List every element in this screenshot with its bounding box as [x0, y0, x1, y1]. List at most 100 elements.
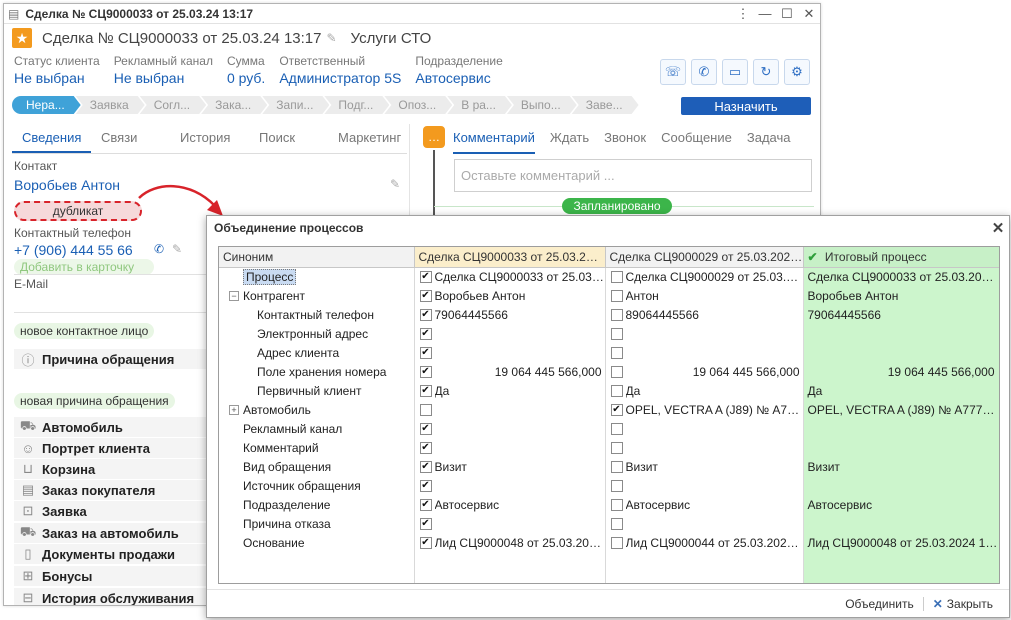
table-row[interactable]: Причина отказа ✔	[219, 514, 999, 534]
close-button[interactable]: ✕ Закрыть	[927, 597, 999, 611]
collapse-icon[interactable]: −	[229, 291, 239, 301]
column-header-final[interactable]: ✔ Итоговый процесс	[803, 247, 999, 268]
table-row[interactable]: Комментарий ✔	[219, 438, 999, 458]
table-row[interactable]: Источник обращения ✔	[219, 476, 999, 496]
field-client-status[interactable]: Статус клиента Не выбран	[14, 54, 100, 88]
synonym-cell[interactable]: Контактный телефон	[219, 305, 415, 325]
deal2-checkbox[interactable]	[610, 423, 623, 435]
refresh-icon[interactable]: ↻	[753, 59, 779, 85]
stage-item[interactable]: Опоз...	[384, 96, 452, 114]
field-ad-channel[interactable]: Рекламный канал Не выбран	[114, 54, 213, 88]
stage-item[interactable]: Заявка	[76, 96, 145, 114]
call-transfer-icon[interactable]: ☏	[660, 59, 686, 85]
synonym-cell[interactable]: Поле хранения номера	[219, 362, 415, 382]
deal1-checkbox[interactable]: ✔	[419, 442, 432, 454]
stage-item[interactable]: В ра...	[447, 96, 512, 114]
chat-icon[interactable]: …	[423, 126, 445, 148]
field-sum[interactable]: Сумма 0 руб.	[227, 54, 265, 88]
tab-history[interactable]: История	[170, 130, 249, 153]
stage-item[interactable]: Заве...	[572, 96, 639, 114]
phone-icon[interactable]: ✆	[691, 59, 717, 85]
synonym-cell[interactable]: Рекламный канал	[219, 419, 415, 439]
reason-section[interactable]: ⓘ Причина обращения	[14, 349, 209, 369]
new-reason-chip[interactable]: новая причина обращения	[14, 393, 175, 409]
deal2-checkbox[interactable]	[610, 347, 623, 359]
synonym-cell[interactable]: Подразделение	[219, 495, 415, 515]
field-responsible[interactable]: Ответственный Администратор 5S	[279, 54, 401, 88]
deal2-checkbox[interactable]	[610, 499, 623, 511]
field-value[interactable]: 0 руб.	[227, 69, 265, 88]
table-row[interactable]: Контактный телефон ✔ 79064445566 8906444556…	[219, 305, 999, 325]
table-row[interactable]: Рекламный канал ✔	[219, 419, 999, 439]
tab-marketing[interactable]: Маркетинг	[328, 130, 407, 153]
section-car-order[interactable]: ⛟ Заказ на автомобиль	[14, 523, 209, 543]
deal2-checkbox[interactable]	[610, 366, 623, 378]
synonym-cell[interactable]: Комментарий	[219, 438, 415, 458]
section-request[interactable]: ⊡ Заявка	[14, 501, 209, 521]
deal1-checkbox[interactable]: ✔	[419, 537, 432, 549]
deal2-checkbox[interactable]	[610, 328, 623, 340]
edit-icon[interactable]: ✎	[390, 177, 400, 191]
field-value[interactable]: Автосервис	[415, 69, 502, 88]
edit-icon[interactable]: ✎	[326, 31, 336, 45]
close-icon[interactable]: ✕	[987, 219, 1009, 237]
synonym-cell[interactable]: Причина отказа	[219, 514, 415, 534]
deal1-checkbox[interactable]: ✔	[419, 480, 432, 492]
deal2-checkbox[interactable]: ✔	[610, 404, 623, 416]
section-client-portrait[interactable]: ☺ Портрет клиента	[14, 438, 209, 458]
new-contact-chip[interactable]: новое контактное лицо	[14, 323, 155, 339]
tab-message[interactable]: Сообщение	[661, 130, 732, 154]
service-type[interactable]: Услуги СТО	[351, 30, 432, 47]
phone-value[interactable]: +7 (906) 444 55 66	[14, 242, 133, 258]
tab-wait[interactable]: Ждать	[550, 130, 589, 154]
section-service-history[interactable]: ⊟ История обслуживания	[14, 588, 209, 605]
gear-icon[interactable]: ⚙	[784, 59, 810, 85]
table-row[interactable]: Поле хранения номера ✔ 19 064 445 566,000 1…	[219, 362, 999, 382]
deal1-checkbox[interactable]: ✔	[419, 461, 432, 473]
table-row[interactable]: Адрес клиента ✔	[219, 343, 999, 363]
synonym-cell[interactable]: Основание	[219, 533, 415, 553]
merge-button[interactable]: Объединить	[839, 597, 920, 611]
planned-badge[interactable]: Запланировано	[562, 198, 672, 214]
maximize-icon[interactable]: ☐	[776, 5, 798, 23]
column-header-deal1[interactable]: Сделка СЦ9000033 от 25.03.2024 1...	[414, 247, 606, 268]
field-value[interactable]: Не выбран	[114, 69, 213, 88]
deal1-checkbox[interactable]: ✔	[419, 271, 432, 283]
tab-details[interactable]: Сведения	[12, 130, 91, 153]
section-cart[interactable]: ⊔ Корзина	[14, 459, 209, 479]
deal1-checkbox[interactable]: ✔	[419, 385, 432, 397]
deal1-checkbox[interactable]: ✔	[419, 328, 432, 340]
minimize-icon[interactable]: —	[754, 5, 776, 23]
stage-item[interactable]: Согл...	[140, 96, 206, 114]
message-icon[interactable]: ▭	[722, 59, 748, 85]
field-department[interactable]: Подразделение Автосервис	[415, 54, 502, 88]
edit-icon[interactable]: ✎	[172, 242, 182, 256]
table-row[interactable]: Электронный адрес ✔	[219, 324, 999, 344]
synonym-cell[interactable]: + Автомобиль	[219, 400, 415, 420]
synonym-cell[interactable]: Адрес клиента	[219, 343, 415, 363]
tab-call[interactable]: Звонок	[604, 130, 646, 154]
deal2-checkbox[interactable]	[610, 290, 623, 302]
stage-item[interactable]: Подг...	[324, 96, 389, 114]
deal1-checkbox[interactable]: ✔	[419, 347, 432, 359]
stage-item[interactable]: Запи...	[262, 96, 329, 114]
deal2-checkbox[interactable]	[610, 309, 623, 321]
table-row[interactable]: Первичный клиент ✔ Да Да Да	[219, 381, 999, 401]
deal1-checkbox[interactable]: ✔	[419, 518, 432, 530]
section-bonuses[interactable]: ⊞ Бонусы	[14, 566, 209, 586]
field-value[interactable]: Администратор 5S	[279, 69, 401, 88]
phone-icon[interactable]: ✆	[154, 242, 164, 256]
deal1-checkbox[interactable]: ✔	[419, 423, 432, 435]
deal2-checkbox[interactable]	[610, 537, 623, 549]
section-customer-order[interactable]: ▤ Заказ покупателя	[14, 480, 209, 500]
table-row[interactable]: Процесс ✔Сделка СЦ9000033 от 25.03.202...…	[219, 267, 999, 287]
column-header-deal2[interactable]: Сделка СЦ9000029 от 25.03.2024 11...	[605, 247, 804, 268]
deal2-checkbox[interactable]	[610, 385, 623, 397]
deal2-checkbox[interactable]	[610, 442, 623, 454]
column-header-synonym[interactable]: Синоним	[219, 247, 415, 268]
synonym-cell[interactable]: Электронный адрес	[219, 324, 415, 344]
deal1-checkbox[interactable]: ✔	[419, 499, 432, 511]
synonym-cell[interactable]: Источник обращения	[219, 476, 415, 496]
deal1-checkbox[interactable]	[419, 404, 432, 416]
comment-input[interactable]: Оставьте комментарий ...	[454, 159, 812, 192]
